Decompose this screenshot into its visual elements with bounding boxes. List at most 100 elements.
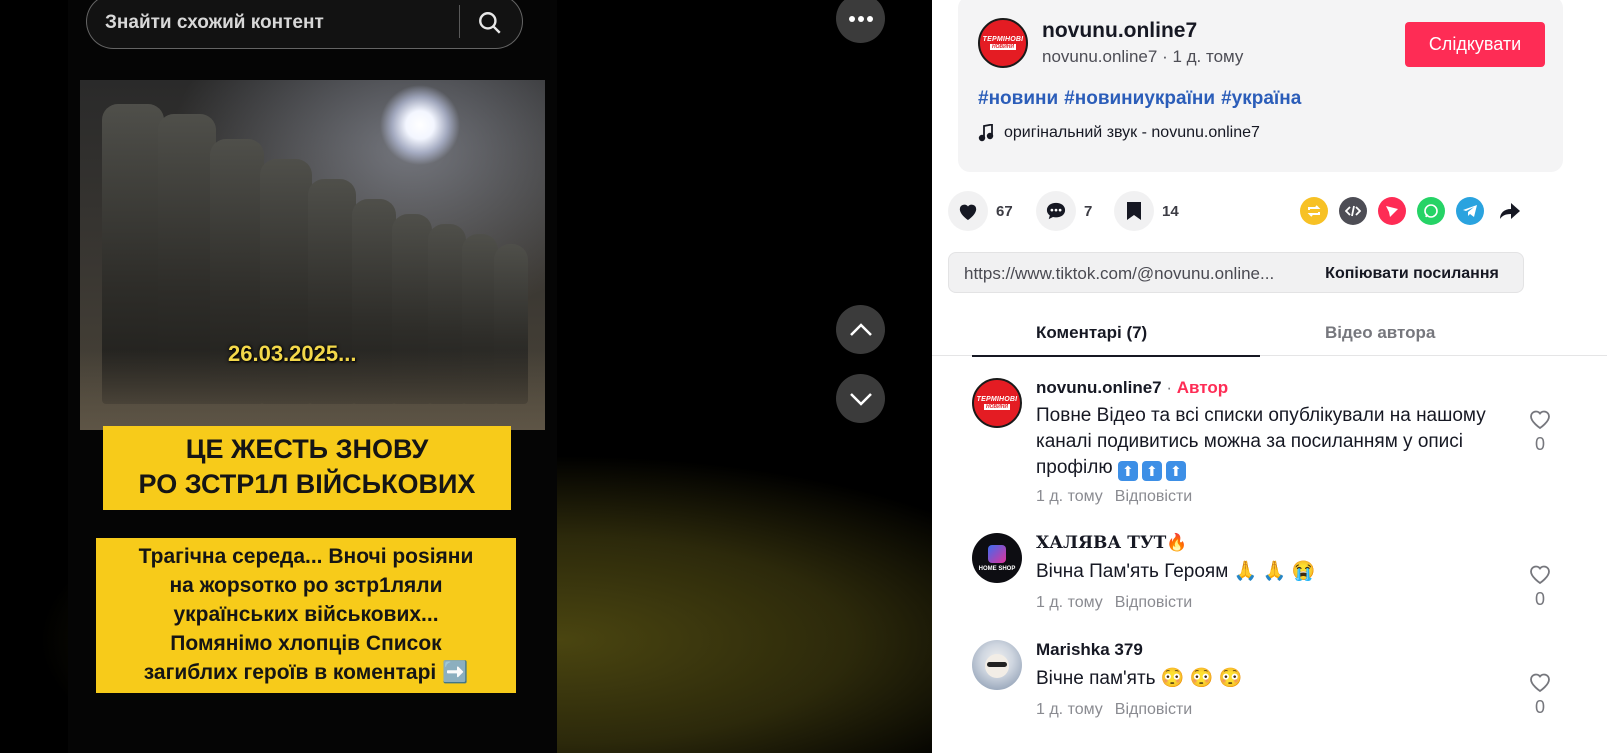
send-icon [1386,206,1398,217]
comment-icon [1046,202,1066,220]
comment-button[interactable] [1036,191,1076,231]
search-divider [459,5,460,38]
tab-creator-videos[interactable]: Відео автора [1325,323,1435,343]
author-handle: novunu.online7 [1042,47,1158,66]
sunglasses-icon [987,662,1007,667]
save-action[interactable]: 14 [1114,191,1179,231]
comment-avatar[interactable] [972,640,1022,690]
actions-row: 67 7 14 [948,191,1568,233]
whatsapp-share-button[interactable] [1417,197,1445,225]
avatar-text: ТЕРМІНОВІ [982,36,1024,43]
comment-username[interactable]: Marishka 379 [1036,640,1143,660]
tiktok-video-page: 26.03.2025... ЦЕ ЖЕСТЬ ЗНОВУ РО ЗСТР1Л В… [0,0,1607,753]
author-name[interactable]: novunu.online7 [1042,19,1197,43]
comment-like-count: 0 [1534,697,1545,717]
up-arrow-emoji: ⬆ [1141,461,1162,481]
like-button[interactable] [948,191,988,231]
bookmark-icon [1127,202,1141,220]
music-note-icon [978,124,994,142]
search-button[interactable] [472,5,508,41]
caption-line: Помянімо хлопців Список [170,632,442,655]
comment-time: 1 д. тому [1036,701,1103,718]
comment-username[interactable]: novunu.online7 · Автор [1036,378,1228,398]
whatsapp-icon [1424,204,1438,218]
comment-action[interactable]: 7 [1036,191,1092,231]
avatar-text: НОВИНИ [984,404,1010,410]
avatar-text: ТЕРМІНОВІ [976,396,1018,403]
post-time: 1 д. тому [1172,47,1244,66]
repost-icon [1307,205,1321,217]
emoji: 🙏 [1233,561,1258,582]
comment-meta: 1 д. тому Відповісти [1036,594,1192,612]
emoji: 😭 [1291,561,1316,582]
video-area: 26.03.2025... ЦЕ ЖЕСТЬ ЗНОВУ РО ЗСТР1Л В… [0,0,932,753]
comment-text: Вічне пам'ять 😳 😳 😳 [1036,666,1506,692]
music-link[interactable]: оригінальний звук - novunu.online7 [978,124,1260,142]
author-avatar[interactable]: ТЕРМІНОВІ НОВИНИ [978,18,1028,68]
reply-button[interactable]: Відповісти [1115,701,1192,718]
video-info-card: ТЕРМІНОВІ НОВИНИ novunu.online7 novunu.o… [958,0,1563,172]
video-date-overlay: 26.03.2025... [228,341,357,366]
chevron-up-icon [849,322,872,336]
comment-like[interactable]: 0 [1520,671,1560,718]
chevron-down-icon [849,392,872,406]
comment-item: ТЕРМІНОВІ НОВИНИ novunu.online7 · Автор … [972,378,1572,508]
heart-outline-icon [1530,673,1550,693]
comment-body: Повне Відео та всі списки опублікували н… [1036,405,1486,478]
caption-line: РО ЗСТР1Л ВІЙСЬКОВИХ [138,469,476,499]
comment-meta: 1 д. тому Відповісти [1036,488,1192,506]
comment-avatar[interactable]: ТЕРМІНОВІ НОВИНИ [972,378,1022,428]
like-action[interactable]: 67 [948,191,1013,231]
heart-icon [959,204,977,221]
reply-button[interactable]: Відповісти [1115,594,1192,611]
next-video-button[interactable] [836,374,885,423]
reply-button[interactable]: Відповісти [1115,488,1192,505]
save-button[interactable] [1114,191,1154,231]
hashtag-link[interactable]: #новини [978,88,1058,109]
avatar-text: НОВИНИ [990,44,1016,50]
dot-separator: · [1161,378,1177,397]
heart-outline-icon [1530,565,1550,585]
comment-avatar[interactable]: HOME SHOP [972,533,1022,583]
comment-username[interactable]: ХАЛЯВА ТУТ🔥 [1036,533,1187,553]
comment-like-count: 0 [1534,434,1545,454]
comment-time: 1 д. тому [1036,488,1103,505]
hashtag-link[interactable]: #україна [1221,88,1301,109]
comment-like[interactable]: 0 [1520,563,1560,610]
author-subline: novunu.online7 · 1 д. тому [1042,47,1243,67]
tab-underline [972,355,1260,357]
copy-link-button[interactable]: Копіювати посилання [1299,253,1525,294]
comment-user-name: novunu.online7 [1036,378,1162,397]
tab-comments[interactable]: Коментарі (7) [1036,323,1147,343]
hashtags: #новини #новиниукраїни #україна [978,88,1307,110]
video-link-text: https://www.tiktok.com/@novunu.online... [964,264,1275,283]
heart-outline-icon [1530,410,1550,430]
caption-line: на жорsотко ро зстр1ляли [169,574,443,597]
caption-line: ЦЕ ЖЕСТЬ ЗНОВУ [185,434,429,464]
up-arrow-emoji: ⬆ [1117,461,1138,481]
video-caption-body: Трагічна середа... Вночі posiяни на жорs… [96,538,516,693]
hashtag-link[interactable]: #новиниукраїни [1064,88,1215,109]
code-icon [1345,205,1361,217]
comment-like[interactable]: 0 [1520,408,1560,455]
search-bar[interactable]: Знайти схожий контент [86,0,523,49]
telegram-share-button[interactable] [1456,197,1484,225]
comment-meta: 1 д. тому Відповісти [1036,701,1192,719]
video-scene [80,80,545,430]
follow-button[interactable]: Слідкувати [1405,22,1545,67]
video-player[interactable]: 26.03.2025... ЦЕ ЖЕСТЬ ЗНОВУ РО ЗСТР1Л В… [68,0,557,753]
telegram-icon [1463,205,1477,217]
avatar-text: HOME SHOP [978,565,1016,572]
shop-logo-icon [988,544,1006,563]
emoji: 😳 [1189,668,1214,689]
search-input[interactable]: Знайти схожий контент [105,12,324,34]
author-badge: Автор [1176,378,1229,397]
more-share-button[interactable] [1496,197,1524,225]
previous-video-button[interactable] [836,305,885,354]
send-to-friends-button[interactable] [1378,197,1406,225]
embed-button[interactable] [1339,197,1367,225]
music-label: оригінальний звук - novunu.online7 [1004,124,1260,141]
repost-button[interactable] [1300,197,1328,225]
more-options-button[interactable] [836,0,885,43]
share-arrow-icon [1500,203,1520,219]
